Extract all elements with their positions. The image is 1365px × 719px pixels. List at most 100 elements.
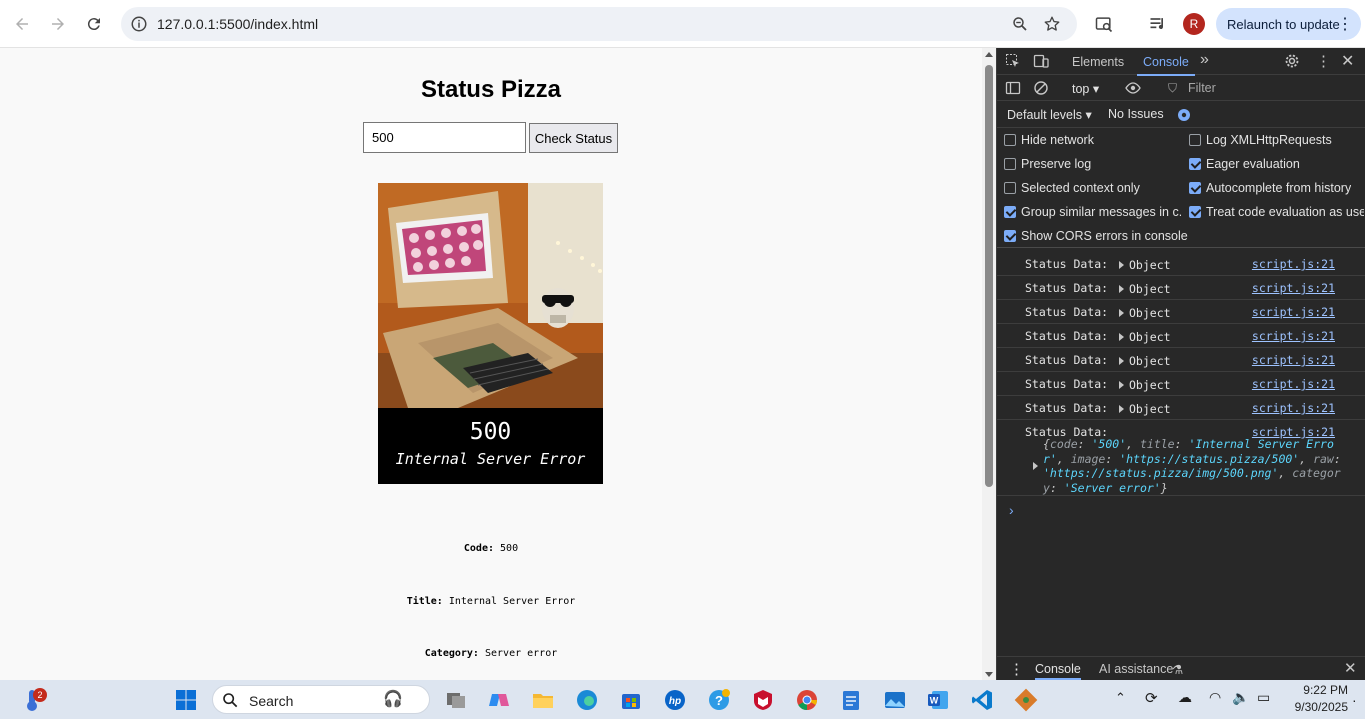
vscode-icon[interactable] xyxy=(970,688,994,712)
inspect-element-icon[interactable] xyxy=(1005,53,1021,69)
expand-triangle-icon[interactable] xyxy=(1119,261,1124,269)
scroll-thumb[interactable] xyxy=(985,65,993,487)
console-log-row[interactable]: Status Data: Object script.js:21 xyxy=(997,276,1365,300)
console-log-row[interactable]: Status Data: Object script.js:21 xyxy=(997,396,1365,420)
sync-icon[interactable]: ⟳ xyxy=(1145,689,1158,707)
back-button[interactable] xyxy=(8,10,36,38)
volume-icon[interactable]: 🔈 xyxy=(1232,689,1249,706)
context-selector[interactable]: top ▾ xyxy=(1072,81,1099,96)
cors-errors-checkbox[interactable] xyxy=(1004,230,1016,242)
drawer-menu-icon[interactable]: ⋮ xyxy=(1009,660,1024,678)
address-bar[interactable]: 127.0.0.1:5500/index.html xyxy=(121,7,1077,41)
zoom-icon[interactable] xyxy=(1011,15,1029,33)
console-log-row[interactable]: Status Data: Object script.js:21 xyxy=(997,252,1365,276)
log-source-link[interactable]: script.js:21 xyxy=(1252,401,1335,415)
sidebar-toggle-icon[interactable] xyxy=(1005,80,1021,96)
log-object[interactable]: Object xyxy=(1129,258,1171,272)
log-object[interactable]: Object xyxy=(1129,282,1171,296)
console-log-row[interactable]: Status Data: Object script.js:21 xyxy=(997,348,1365,372)
expand-triangle-icon[interactable] xyxy=(1119,405,1124,413)
profile-avatar[interactable]: R xyxy=(1183,13,1205,35)
scroll-up-arrow-icon[interactable] xyxy=(985,52,993,57)
copilot-icon[interactable] xyxy=(487,688,511,712)
status-code-input[interactable]: 500 xyxy=(363,122,526,153)
reload-button[interactable] xyxy=(80,10,108,38)
forward-button[interactable] xyxy=(44,10,72,38)
git-tool-icon[interactable] xyxy=(1014,688,1038,712)
edge-browser-icon[interactable] xyxy=(575,688,599,712)
log-object[interactable]: Object xyxy=(1129,378,1171,392)
console-log-row[interactable]: Status Data: Object script.js:21 xyxy=(997,300,1365,324)
settings-gear-icon[interactable] xyxy=(1284,53,1300,69)
url-text[interactable]: 127.0.0.1:5500/index.html xyxy=(157,16,318,32)
group-similar-checkbox[interactable] xyxy=(1004,206,1016,218)
expand-triangle-icon[interactable] xyxy=(1119,333,1124,341)
log-source-link[interactable]: script.js:21 xyxy=(1252,329,1335,343)
selected-context-checkbox[interactable] xyxy=(1004,182,1016,194)
default-levels-dropdown[interactable]: Default levels ▾ xyxy=(1007,107,1092,122)
log-xhr-checkbox[interactable] xyxy=(1189,134,1201,146)
page-scrollbar[interactable] xyxy=(982,48,996,680)
log-source-link[interactable]: script.js:21 xyxy=(1252,257,1335,271)
check-status-button[interactable]: Check Status xyxy=(529,123,618,153)
relaunch-button[interactable]: Relaunch to update ⋮ xyxy=(1216,8,1361,40)
photos-icon[interactable] xyxy=(883,688,907,712)
log-object[interactable]: Object xyxy=(1129,354,1171,368)
log-object[interactable]: Object xyxy=(1129,330,1171,344)
hide-network-checkbox[interactable] xyxy=(1004,134,1016,146)
console-prompt-caret-icon[interactable]: › xyxy=(1009,502,1014,518)
expanded-object-preview[interactable]: {code: '500', title: 'Internal Server Er… xyxy=(1043,437,1343,495)
expand-triangle-icon[interactable] xyxy=(1119,309,1124,317)
mcafee-icon[interactable] xyxy=(751,688,775,712)
chrome-icon[interactable] xyxy=(795,688,819,712)
treat-code-eval-checkbox[interactable] xyxy=(1189,206,1201,218)
help-icon[interactable]: ? xyxy=(707,688,731,712)
tab-elements[interactable]: Elements xyxy=(1072,55,1124,69)
taskbar-search[interactable]: Search 🎧 xyxy=(212,685,430,714)
drawer-tab-ai-assistance[interactable]: AI assistance xyxy=(1099,662,1173,676)
bookmark-star-icon[interactable] xyxy=(1043,15,1061,33)
log-source-link[interactable]: script.js:21 xyxy=(1252,353,1335,367)
expand-triangle-icon[interactable] xyxy=(1119,381,1124,389)
expand-triangle-icon[interactable] xyxy=(1119,285,1124,293)
file-explorer-icon[interactable] xyxy=(531,688,555,712)
device-toolbar-icon[interactable] xyxy=(1033,53,1049,69)
clear-console-icon[interactable] xyxy=(1033,80,1049,96)
log-object[interactable]: Object xyxy=(1129,402,1171,416)
close-drawer-icon[interactable]: ✕ xyxy=(1344,659,1357,677)
drawer-tab-console[interactable]: Console xyxy=(1035,662,1081,680)
hp-icon[interactable]: hp xyxy=(663,688,687,712)
issues-counter[interactable]: No Issues xyxy=(1108,107,1164,121)
wifi-icon[interactable]: ◠ xyxy=(1209,689,1221,706)
live-expression-eye-icon[interactable] xyxy=(1125,80,1141,96)
log-source-link[interactable]: script.js:21 xyxy=(1252,281,1335,295)
task-view-icon[interactable] xyxy=(444,688,468,712)
log-object[interactable]: Object xyxy=(1129,306,1171,320)
log-source-link[interactable]: script.js:21 xyxy=(1252,377,1335,391)
tab-search-icon[interactable] xyxy=(1094,14,1114,34)
taskbar-clock[interactable]: 9:22 PM 9/30/2025 xyxy=(1290,682,1348,716)
console-log-row[interactable]: Status Data: Object script.js:21 xyxy=(997,372,1365,396)
cloud-offline-icon[interactable]: ☁ xyxy=(1178,689,1192,706)
more-menu-icon[interactable]: ⋮ xyxy=(1337,14,1353,34)
store-icon[interactable] xyxy=(619,688,643,712)
notepad-icon[interactable] xyxy=(839,688,863,712)
info-icon[interactable] xyxy=(130,15,148,33)
expand-triangle-icon[interactable] xyxy=(1033,462,1038,470)
word-icon[interactable]: W xyxy=(926,688,950,712)
notification-bell-icon[interactable]: · xyxy=(1352,692,1357,708)
tab-console[interactable]: Console xyxy=(1137,55,1195,76)
close-devtools-icon[interactable]: ✕ xyxy=(1341,51,1354,71)
preserve-log-checkbox[interactable] xyxy=(1004,158,1016,170)
console-settings-gear-icon[interactable] xyxy=(1176,107,1192,123)
eager-evaluation-checkbox[interactable] xyxy=(1189,158,1201,170)
console-filter-input[interactable]: ⛉ Filter xyxy=(1162,78,1362,98)
scroll-down-arrow-icon[interactable] xyxy=(985,672,993,677)
devtools-menu-icon[interactable]: ⋮ xyxy=(1316,52,1331,70)
console-log-row[interactable]: Status Data: Object script.js:21 xyxy=(997,324,1365,348)
battery-icon[interactable]: ▭ xyxy=(1257,689,1270,706)
media-control-icon[interactable] xyxy=(1148,14,1168,34)
tray-overflow-chevron-icon[interactable]: ⌃ xyxy=(1115,690,1126,706)
expand-triangle-icon[interactable] xyxy=(1119,357,1124,365)
more-tabs-chevron-icon[interactable]: » xyxy=(1200,51,1209,69)
